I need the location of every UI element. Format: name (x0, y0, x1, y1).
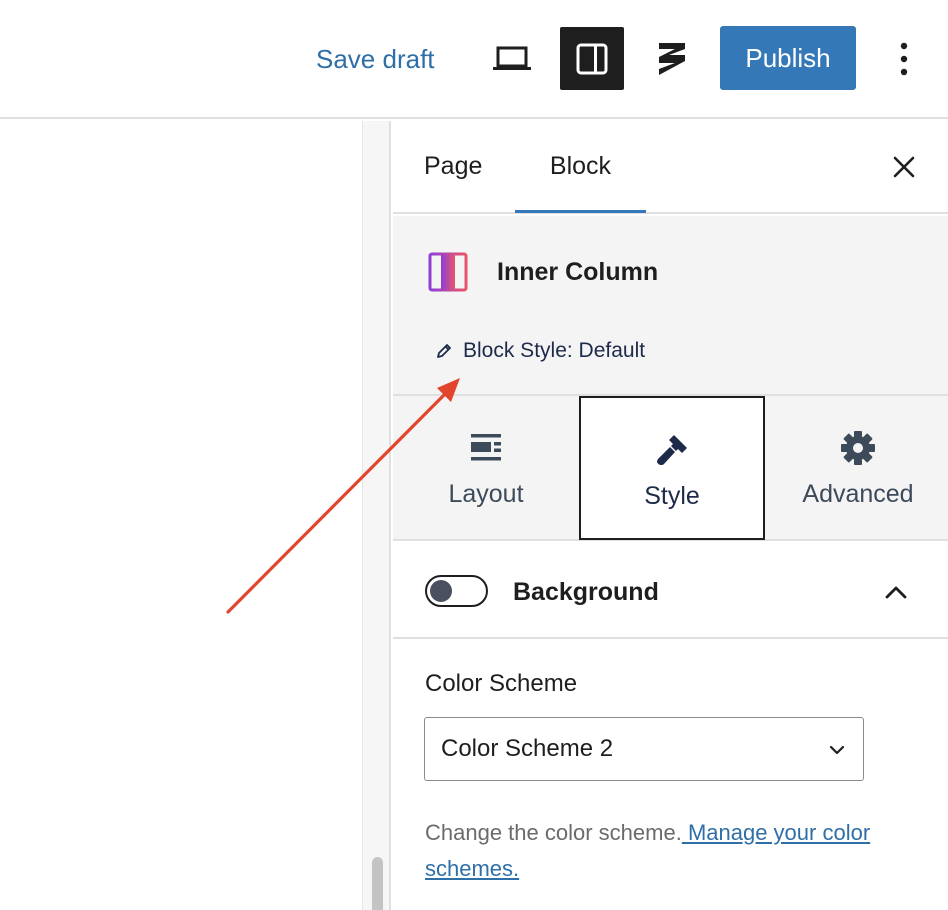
chevron-up-icon (885, 586, 907, 599)
color-scheme-help: Change the color scheme. Manage your col… (425, 815, 905, 887)
background-panel-title[interactable]: Background (513, 573, 659, 611)
tab-block[interactable]: Block (515, 121, 646, 214)
block-title: Inner Column (497, 258, 659, 286)
brush-icon (654, 432, 690, 468)
options-button[interactable] (884, 30, 924, 88)
gear-icon (840, 430, 876, 466)
tab-advanced[interactable]: Advanced (765, 396, 948, 541)
block-card: Inner Column Block Style: Default (393, 216, 948, 396)
publish-button[interactable]: Publish (720, 26, 856, 90)
sidebar-tabs: Page Block (393, 121, 948, 214)
laptop-icon (493, 46, 531, 70)
canvas-scrollbar[interactable] (362, 121, 391, 910)
background-toggle[interactable] (425, 575, 488, 607)
collapse-panel-button[interactable] (881, 577, 911, 607)
toggle-knob (430, 580, 452, 602)
settings-sidebar-button[interactable] (560, 27, 624, 90)
editor-toolbar: Save draft Publish (0, 0, 948, 119)
inspector-tabs: Layout Style Advanced (393, 396, 948, 541)
pencil-icon (437, 344, 451, 358)
tab-advanced-label: Advanced (802, 480, 914, 508)
color-scheme-select[interactable]: Color Scheme 2 (424, 717, 864, 781)
color-scheme-value: Color Scheme 2 (441, 735, 614, 762)
tab-layout-label: Layout (448, 480, 524, 508)
color-scheme-label: Color Scheme (425, 670, 578, 697)
settings-sidebar-icon (576, 43, 608, 74)
tab-style-label: Style (644, 482, 700, 510)
close-sidebar-button[interactable] (888, 151, 920, 183)
block-style-button[interactable]: Block Style: Default (435, 336, 645, 366)
layout-icon (468, 430, 504, 466)
color-scheme-help-text: Change the color scheme. (425, 820, 682, 845)
chevron-down-icon (829, 745, 845, 755)
editor-canvas[interactable] (0, 121, 391, 910)
close-icon (893, 156, 915, 178)
tab-layout[interactable]: Layout (393, 396, 579, 541)
active-tab-indicator (515, 210, 646, 213)
preview-button[interactable] (480, 27, 544, 90)
block-style-label: Block Style: Default (463, 339, 646, 362)
background-panel: Background (393, 543, 948, 639)
scrollbar-thumb[interactable] (372, 857, 383, 910)
tab-style[interactable]: Style (579, 396, 765, 540)
settings-sidebar: Page Block Inner Column Block Style: Def… (393, 121, 948, 910)
stackable-button[interactable] (640, 27, 704, 90)
stackable-icon (659, 42, 685, 75)
more-vertical-icon (900, 42, 908, 76)
column-block-icon (428, 252, 468, 292)
save-draft-button[interactable]: Save draft (316, 40, 435, 78)
tab-page[interactable]: Page (424, 121, 482, 214)
